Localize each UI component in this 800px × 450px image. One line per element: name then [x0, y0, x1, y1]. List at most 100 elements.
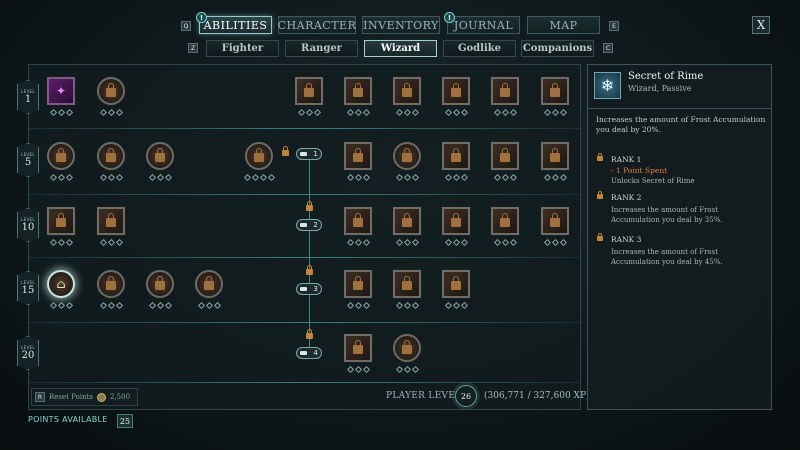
ability-slot[interactable]: [541, 207, 569, 235]
subtab-companions[interactable]: Companions: [521, 40, 594, 57]
rank-pip: [107, 238, 115, 247]
ability-slot[interactable]: [97, 142, 125, 170]
ability-slot[interactable]: [491, 142, 519, 170]
ability-slot[interactable]: [344, 142, 372, 170]
ability-icon: ⌂: [56, 277, 66, 291]
rank-pip: [444, 301, 452, 310]
points-available-label: POINTS AVAILABLE: [28, 415, 108, 424]
reset-points-button[interactable]: R Reset Points 2,500: [31, 388, 138, 406]
rank-pips: [99, 301, 123, 310]
ability-slot[interactable]: ⌂: [47, 270, 75, 298]
close-icon: X: [756, 18, 766, 32]
ability-slot[interactable]: [442, 270, 470, 298]
subtab-fighter[interactable]: Fighter: [206, 40, 279, 57]
rank-pips: [543, 238, 567, 247]
ability-slot[interactable]: [47, 142, 75, 170]
subtab-label: Wizard: [380, 43, 421, 54]
rank-pip: [444, 238, 452, 247]
tab-abilities[interactable]: ABILITIES: [199, 16, 272, 34]
row-divider: [28, 194, 581, 195]
row-divider: [28, 257, 581, 258]
rank-pips: [493, 108, 517, 117]
lock-icon: [500, 83, 510, 97]
tier-number: 3: [313, 285, 318, 293]
subtab-label: Godlike: [457, 43, 502, 54]
ability-slot[interactable]: [393, 270, 421, 298]
ability-slot[interactable]: [393, 334, 421, 362]
rank-pip: [354, 108, 362, 117]
ability-slot[interactable]: [442, 142, 470, 170]
ability-slot[interactable]: [491, 207, 519, 235]
ability-slot[interactable]: [295, 77, 323, 105]
ability-slot[interactable]: [541, 77, 569, 105]
tab-label: CHARACTER: [277, 18, 357, 32]
ability-slot[interactable]: [344, 77, 372, 105]
rank-pips: [493, 238, 517, 247]
rank-pip: [460, 108, 468, 117]
ability-slot[interactable]: [344, 207, 372, 235]
book-icon: [300, 223, 308, 227]
rank-pips: [148, 301, 172, 310]
rank-pip: [99, 108, 107, 117]
rank-pips: [444, 173, 468, 182]
ability-slot[interactable]: [97, 270, 125, 298]
rank-pip: [213, 301, 221, 310]
lock-icon: [550, 213, 560, 227]
level-badge-10: LEVEL 10: [17, 208, 39, 242]
level-number: 15: [21, 285, 35, 296]
level-badge-20: LEVEL 20: [17, 336, 39, 370]
rank-spent: - 1 Point Spent: [611, 166, 668, 175]
rank-pips: [444, 108, 468, 117]
rank-pips: [346, 365, 370, 374]
subtab-godlike[interactable]: Godlike: [443, 40, 516, 57]
rank-pips: [395, 173, 419, 182]
ability-slot[interactable]: [344, 270, 372, 298]
lock-icon: [597, 191, 603, 199]
rank-pip: [444, 173, 452, 182]
ability-slot[interactable]: [442, 207, 470, 235]
rank-pips: [49, 108, 73, 117]
ability-slot[interactable]: [442, 77, 470, 105]
rank-pip: [49, 108, 57, 117]
ability-slot[interactable]: [393, 142, 421, 170]
ability-slot[interactable]: [393, 207, 421, 235]
rank-pip: [107, 108, 115, 117]
tab-inventory[interactable]: INVENTORY: [362, 16, 440, 34]
rank-pips: [99, 173, 123, 182]
lock-icon: [155, 276, 165, 290]
ability-slot[interactable]: [146, 142, 174, 170]
rank-pip: [452, 108, 460, 117]
subtab-wizard[interactable]: Wizard: [364, 40, 437, 57]
ability-slot[interactable]: ✦: [47, 77, 75, 105]
ability-slot[interactable]: [97, 207, 125, 235]
lock-icon: [306, 201, 313, 211]
rank-pip: [543, 173, 551, 182]
rank-pips: [543, 108, 567, 117]
ability-slot[interactable]: [146, 270, 174, 298]
tab-label: JOURNAL: [453, 18, 514, 32]
rank-pip: [411, 173, 419, 182]
ability-slot[interactable]: [491, 77, 519, 105]
ability-slot[interactable]: [344, 334, 372, 362]
ability-slot[interactable]: [47, 207, 75, 235]
book-icon: [300, 351, 308, 355]
level-number: 20: [21, 350, 35, 361]
ability-slot[interactable]: [195, 270, 223, 298]
close-button[interactable]: X: [752, 16, 770, 34]
tab-map[interactable]: MAP: [527, 16, 600, 34]
rank-pip: [346, 108, 354, 117]
tab-journal[interactable]: JOURNAL: [447, 16, 520, 34]
lock-icon: [204, 276, 214, 290]
subtab-label: Ranger: [301, 43, 342, 54]
tab-character[interactable]: CHARACTER: [278, 16, 356, 34]
subtab-ranger[interactable]: Ranger: [285, 40, 358, 57]
ability-slot[interactable]: [393, 77, 421, 105]
ability-slot[interactable]: [97, 77, 125, 105]
tier-chain-line: [309, 152, 310, 356]
rank-pip: [395, 108, 403, 117]
level-badge-1: LEVEL 1: [17, 80, 39, 114]
ability-slot[interactable]: [541, 142, 569, 170]
ability-slot[interactable]: [245, 142, 273, 170]
rank-pip: [395, 365, 403, 374]
rank-description: Unlocks Secret of Rime: [611, 177, 695, 185]
